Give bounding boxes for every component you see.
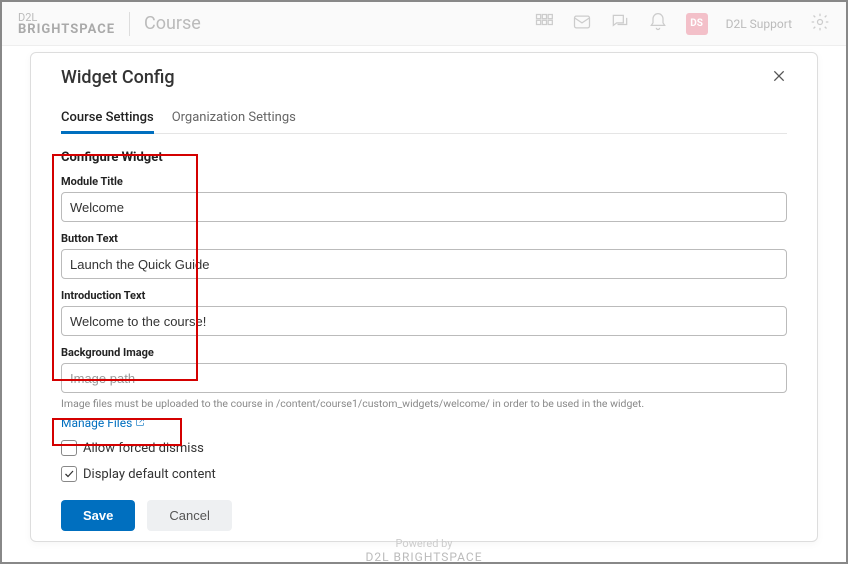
modal-actions: Save Cancel — [61, 500, 787, 531]
manage-files-row: Manage Files — [61, 416, 787, 430]
bg-image-label: Background Image — [61, 346, 787, 359]
display-default-row: Display default content — [61, 466, 787, 482]
chat-icon[interactable] — [610, 12, 630, 36]
footer-brand: D2L BRIGHTSPACE — [365, 550, 482, 564]
display-default-checkbox[interactable] — [61, 466, 77, 482]
logo-area: D2L BRIGHTSPACE Course — [18, 12, 201, 36]
top-right-icons: DS D2L Support — [534, 12, 830, 36]
bg-image-input[interactable] — [61, 363, 787, 393]
course-name[interactable]: Course — [144, 13, 201, 34]
mail-icon[interactable] — [572, 12, 592, 36]
tab-course-settings[interactable]: Course Settings — [61, 104, 154, 134]
module-title-input[interactable] — [61, 192, 787, 222]
user-avatar[interactable]: DS — [686, 13, 708, 35]
modal-title: Widget Config — [61, 67, 175, 88]
cancel-button[interactable]: Cancel — [147, 500, 231, 531]
intro-text-label: Introduction Text — [61, 289, 787, 302]
display-default-label: Display default content — [83, 467, 216, 482]
allow-dismiss-label: Allow forced dismiss — [83, 441, 204, 456]
module-title-label: Module Title — [61, 175, 787, 188]
close-icon[interactable] — [771, 68, 787, 88]
bg-image-helper-text: Image files must be uploaded to the cour… — [61, 397, 787, 410]
widget-config-modal: Widget Config Course Settings Organizati… — [30, 52, 818, 542]
allow-dismiss-row: Allow forced dismiss — [61, 440, 787, 456]
save-button[interactable]: Save — [61, 500, 135, 531]
intro-text-input[interactable] — [61, 306, 787, 336]
tab-organization-settings[interactable]: Organization Settings — [172, 104, 296, 133]
logo-small-text: D2L — [18, 12, 115, 23]
footer-powered: Powered by — [365, 537, 482, 550]
brand-logo: D2L BRIGHTSPACE — [18, 12, 115, 36]
external-link-icon — [135, 416, 145, 430]
modal-header: Widget Config — [61, 67, 787, 88]
allow-dismiss-checkbox[interactable] — [61, 440, 77, 456]
button-text-input[interactable] — [61, 249, 787, 279]
footer: Powered by D2L BRIGHTSPACE — [365, 537, 482, 564]
logo-brand-text: BRIGHTSPACE — [18, 23, 115, 36]
apps-grid-icon[interactable] — [534, 12, 554, 36]
configure-widget-heading: Configure Widget — [61, 150, 787, 165]
topbar: D2L BRIGHTSPACE Course DS D2L Support — [2, 2, 846, 46]
tabs: Course Settings Organization Settings — [61, 104, 787, 134]
vertical-divider — [129, 12, 130, 36]
button-text-label: Button Text — [61, 232, 787, 245]
user-name[interactable]: D2L Support — [726, 17, 792, 31]
gear-icon[interactable] — [810, 12, 830, 36]
bell-icon[interactable] — [648, 12, 668, 36]
manage-files-link[interactable]: Manage Files — [61, 416, 132, 430]
